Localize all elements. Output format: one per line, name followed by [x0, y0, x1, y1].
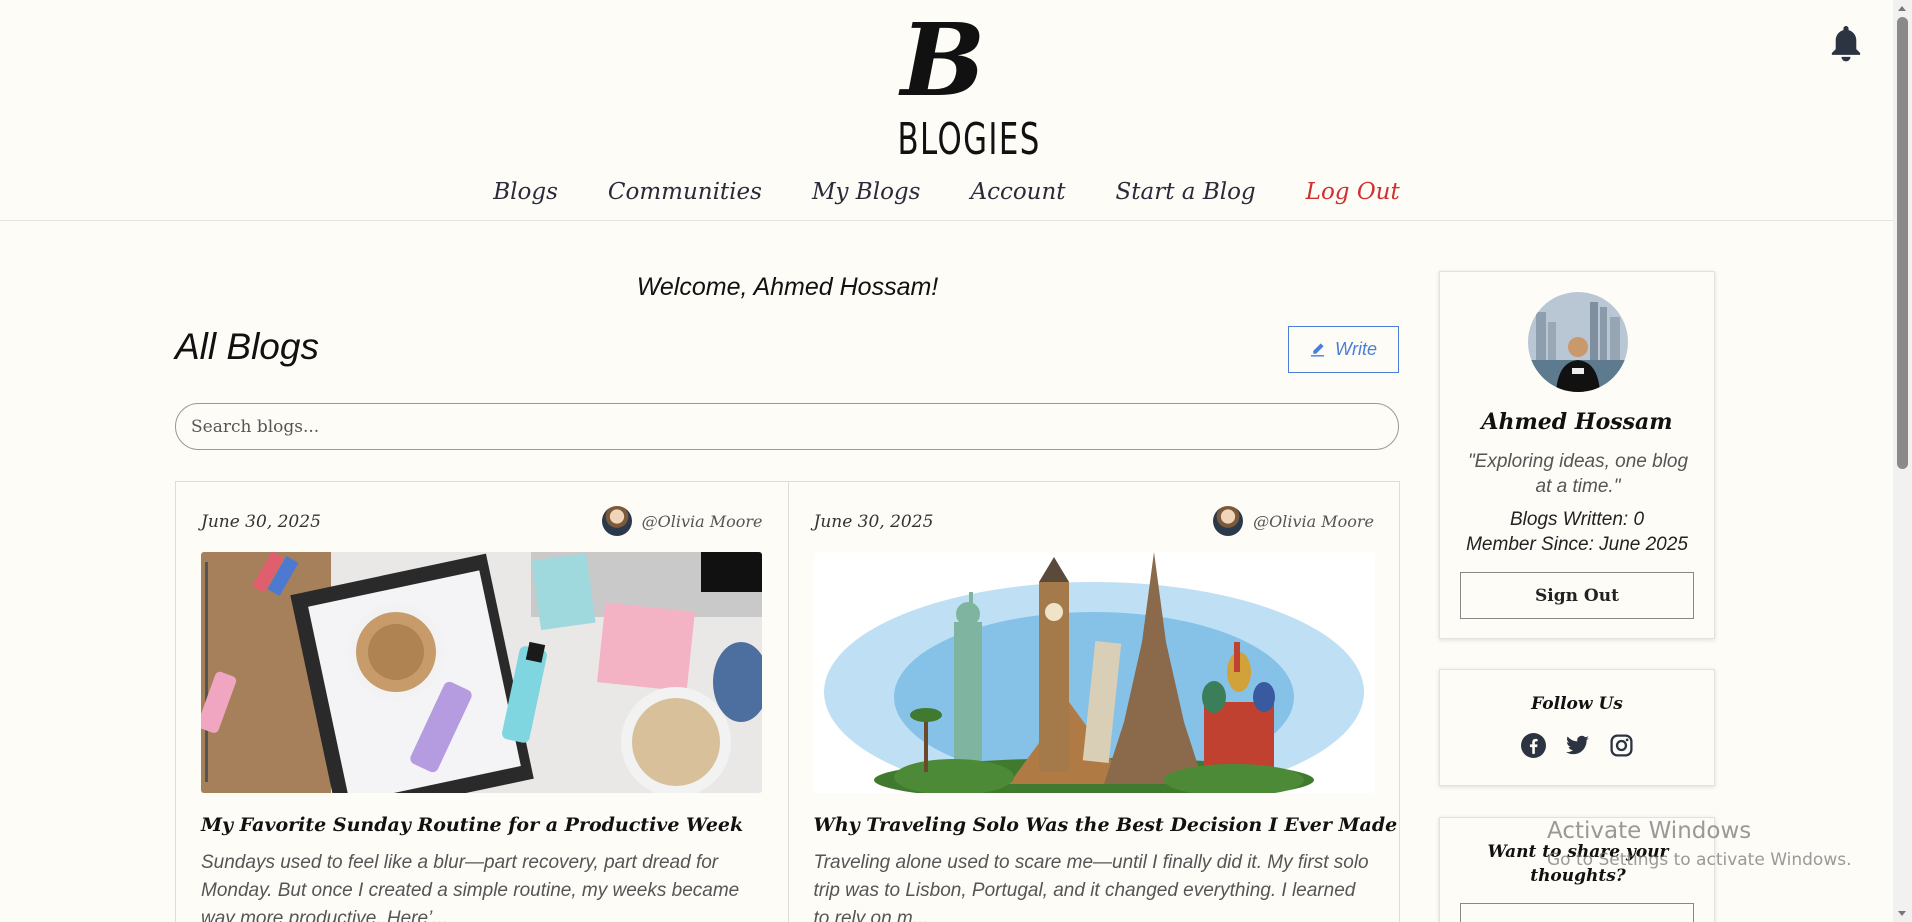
vertical-scrollbar[interactable] [1893, 0, 1912, 922]
blog-card-grid: June 30, 2025 @Olivia Moore My Favorite … [175, 481, 1400, 922]
write-button[interactable]: Write [1288, 326, 1399, 373]
blog-card[interactable]: June 30, 2025 @Olivia Moore [787, 482, 1400, 922]
nav-blogs[interactable]: Blogs [468, 176, 583, 208]
follow-us-title: Follow Us [1531, 694, 1623, 714]
blogs-written-count: Blogs Written: 0 [1509, 509, 1645, 530]
author-handle: @Olivia Moore [641, 511, 763, 531]
instagram-icon[interactable] [1609, 733, 1634, 758]
site-header: B BLOGIES Blogs Communities My Blogs Acc… [0, 0, 1893, 221]
pen-icon [1310, 343, 1325, 357]
activate-windows-watermark: Activate Windows Go to Settings to activ… [1547, 818, 1852, 870]
logo-mark: B [900, 1, 986, 119]
profile-panel: Ahmed Hossam "Exploring ideas, one blog … [1439, 271, 1715, 639]
blog-author[interactable]: @Olivia Moore [1213, 506, 1374, 536]
facebook-icon[interactable] [1520, 733, 1546, 758]
share-thoughts-button[interactable] [1460, 903, 1694, 922]
nav-start-a-blog[interactable]: Start a Blog [1091, 176, 1281, 208]
write-button-label: Write [1335, 339, 1377, 359]
main-nav: Blogs Communities My Blogs Account Start… [0, 176, 1893, 208]
profile-bio: "Exploring ideas, one blog at a time." [1467, 451, 1689, 497]
scroll-down-arrow-icon[interactable] [1898, 911, 1906, 916]
blog-author[interactable]: @Olivia Moore [601, 506, 763, 536]
social-links [1440, 733, 1714, 758]
watermark-title: Activate Windows [1547, 818, 1752, 844]
nav-communities[interactable]: Communities [583, 176, 787, 208]
profile-avatar[interactable] [1528, 292, 1628, 392]
scroll-up-arrow-icon[interactable] [1898, 6, 1906, 11]
blog-title[interactable]: My Favorite Sunday Routine for a Product… [201, 814, 761, 836]
blog-date: June 30, 2025 [201, 512, 321, 532]
scrollbar-thumb[interactable] [1897, 17, 1908, 469]
search-input[interactable] [175, 403, 1399, 450]
blog-cover-image[interactable] [201, 552, 762, 793]
logo-text: BLOGIES [897, 114, 1041, 165]
twitter-icon[interactable] [1565, 733, 1590, 758]
author-avatar [1213, 506, 1244, 536]
sign-out-button[interactable]: Sign Out [1460, 572, 1694, 619]
notification-bell-icon[interactable] [1830, 26, 1862, 62]
welcome-message: Welcome, Ahmed Hossam! [636, 273, 939, 301]
member-since: Member Since: June 2025 [1466, 534, 1688, 555]
nav-my-blogs[interactable]: My Blogs [787, 176, 946, 208]
nav-log-out[interactable]: Log Out [1281, 176, 1425, 208]
page-title: All Blogs [175, 326, 319, 367]
blog-excerpt: Sundays used to feel like a blur—part re… [201, 852, 740, 922]
follow-us-panel: Follow Us [1439, 669, 1715, 786]
profile-name: Ahmed Hossam [1481, 409, 1673, 435]
blog-date: June 30, 2025 [813, 512, 934, 532]
watermark-subtitle: Go to Settings to activate Windows. [1547, 850, 1852, 870]
blog-excerpt: Traveling alone used to scare me—until I… [813, 852, 1369, 922]
blog-title[interactable]: Why Traveling Solo Was the Best Decision… [814, 814, 1398, 836]
nav-account[interactable]: Account [945, 176, 1090, 208]
author-avatar [601, 506, 632, 536]
blog-card[interactable]: June 30, 2025 @Olivia Moore [176, 482, 788, 922]
blogies-logo[interactable]: B BLOGIES [878, 1, 1040, 165]
blog-cover-image[interactable] [813, 552, 1375, 793]
author-handle: @Olivia Moore [1253, 511, 1374, 531]
